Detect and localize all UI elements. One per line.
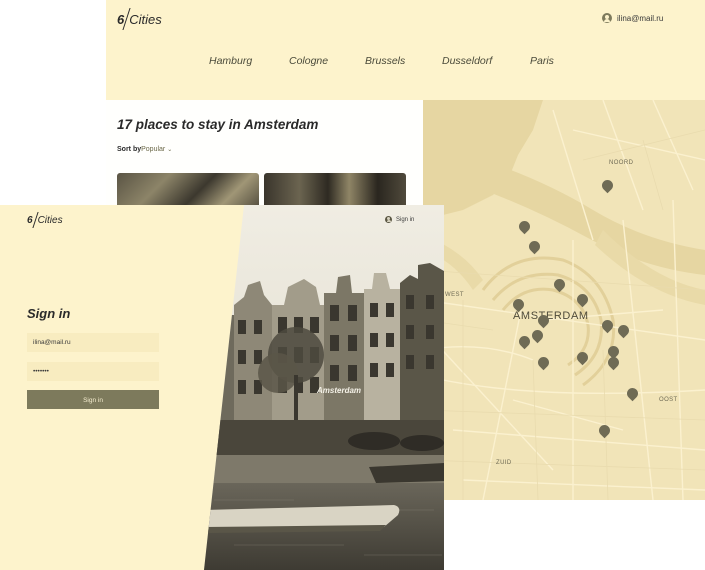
signin-title: Sign in [27,306,71,321]
signin-page-window: 6 Cities Sign in Sign in [0,205,444,570]
signin-button[interactable]: Sign in [27,390,159,409]
user-icon [602,13,612,23]
logo-word: Cities [129,11,162,27]
tab-amsterdam[interactable]: Amsterdam [113,50,191,72]
map-district-oost: OOST [659,397,678,403]
header: 6 Cities ilina@mail.ru Amsterdam Hamburg… [106,0,705,100]
sort-control[interactable]: Sort byPopular ⌄ [117,146,172,153]
signin-link-label: Sign in [396,216,415,223]
tab-paris[interactable]: Paris [530,50,554,72]
map-district-noord: NOORD [609,160,634,166]
tab-hamburg[interactable]: Hamburg [209,50,252,72]
password-field[interactable] [27,362,159,381]
logo-number: 6 [27,214,33,226]
tab-dusseldorf[interactable]: Dusseldorf [442,50,492,72]
places-title: 17 places to stay in Amsterdam [117,117,319,132]
chevron-down-icon: ⌄ [167,147,173,153]
tab-cologne[interactable]: Cologne [289,50,328,72]
sort-value: Popular [141,146,166,153]
map-district-zuid: ZUID [496,460,512,466]
user-profile-link[interactable]: ilina@mail.ru [602,13,663,23]
map-city-label: AMSTERDAM [513,310,589,322]
logo[interactable]: 6 Cities [117,8,162,30]
logo-word: Cities [37,214,63,226]
map-district-west: WEST [445,292,464,298]
sort-label: Sort by [117,146,142,153]
email-field[interactable] [27,333,159,352]
photo-caption: Amsterdam [317,386,362,395]
logo[interactable]: 6 Cities [27,212,63,228]
map-streets [423,100,705,500]
map[interactable]: NOORD WEST OOST ZUID AMSTERDAM [423,100,705,500]
signin-link[interactable]: Sign in [385,216,414,223]
tab-brussels[interactable]: Brussels [365,50,405,72]
user-email: ilina@mail.ru [617,13,664,23]
user-icon [385,216,392,223]
